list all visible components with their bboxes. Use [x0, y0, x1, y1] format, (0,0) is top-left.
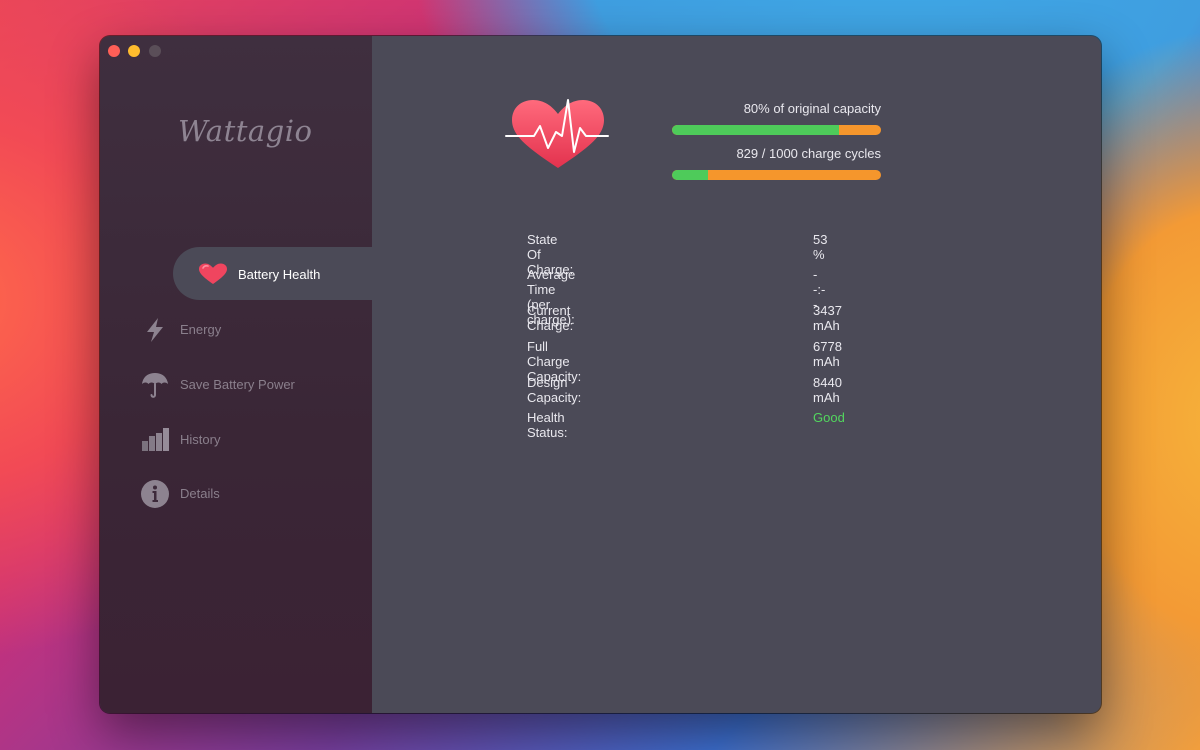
zoom-button[interactable]: [149, 45, 161, 57]
stat-value: 6778 mAh: [813, 339, 842, 369]
umbrella-icon: [142, 373, 168, 398]
stat-value: 3437 mAh: [813, 303, 842, 333]
capacity-label: 80% of original capacity: [743, 101, 881, 116]
cycles-bar-fill: [672, 170, 708, 180]
sidebar-item-label: History: [180, 432, 221, 447]
close-button[interactable]: [108, 45, 120, 57]
sidebar-item-label: Battery Health: [238, 267, 321, 282]
stat-label: Current Charge:: [527, 303, 574, 333]
lightning-icon: [147, 318, 163, 342]
sidebar-item-details[interactable]: Details: [140, 479, 360, 509]
stat-value: 53 %: [813, 232, 828, 262]
stat-label: Design Capacity:: [527, 375, 582, 405]
sidebar-item-energy[interactable]: Energy: [140, 315, 360, 345]
info-icon: [141, 480, 169, 508]
bar-chart-icon: [142, 428, 169, 451]
minimize-button[interactable]: [128, 45, 140, 57]
app-window: Wattagio Battery Health Energy Save Batt…: [100, 36, 1101, 713]
sidebar-item-history[interactable]: History: [140, 425, 360, 455]
cycles-label: 829 / 1000 charge cycles: [736, 146, 881, 161]
main-panel: 80% of original capacity 829 / 1000 char…: [372, 36, 1101, 713]
health-status-value: Good: [813, 410, 845, 425]
sidebar-item-label: Energy: [180, 322, 222, 337]
sidebar-item-save-battery-power[interactable]: Save Battery Power: [140, 370, 360, 400]
heart-icon: [199, 263, 227, 284]
stat-value: 8440 mAh: [813, 375, 842, 405]
cycles-bar: [672, 170, 881, 180]
capacity-bar-fill: [672, 125, 840, 135]
heartbeat-heart-icon: [505, 99, 609, 168]
app-logo: Wattagio: [178, 114, 313, 148]
stat-label: Health Status:: [527, 410, 568, 440]
capacity-bar: [672, 125, 881, 135]
sidebar: Wattagio Battery Health Energy Save Batt…: [100, 36, 383, 713]
sidebar-item-label: Save Battery Power: [180, 377, 295, 392]
sidebar-item-label: Details: [180, 486, 220, 501]
